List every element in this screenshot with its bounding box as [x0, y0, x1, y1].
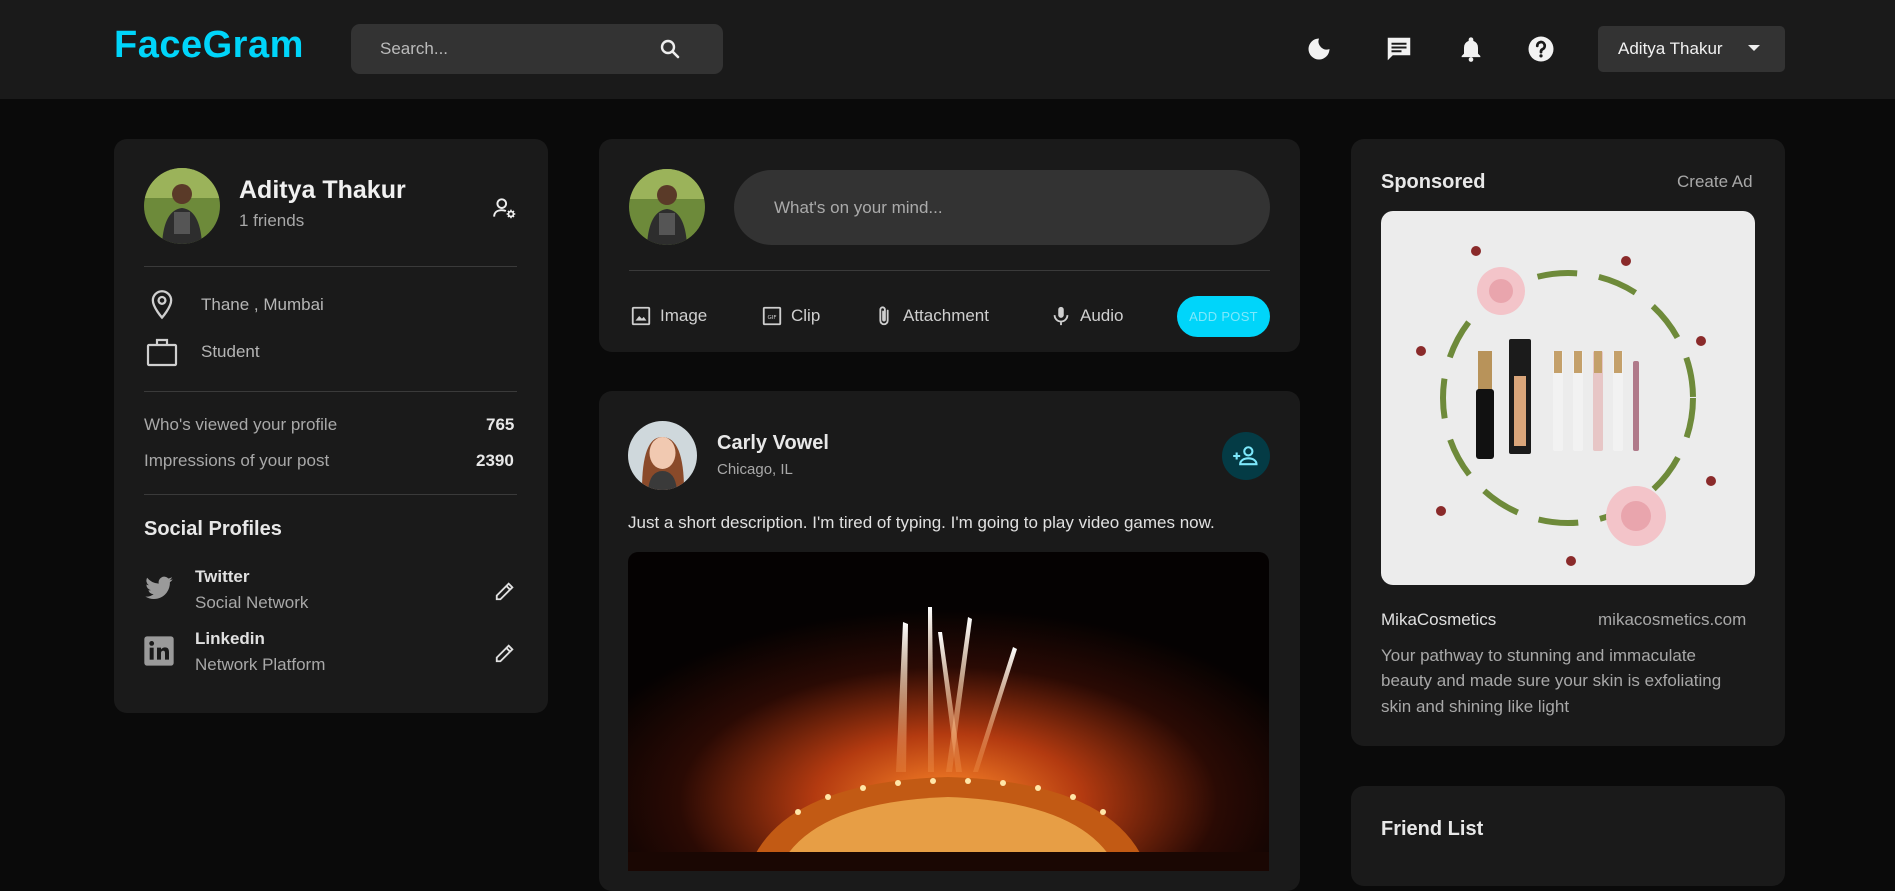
paperclip-icon: [879, 306, 889, 326]
divider: [144, 494, 517, 495]
profile-friends-count: 1 friends: [239, 211, 305, 230]
search-icon[interactable]: [658, 37, 682, 61]
linkedin-icon: [143, 635, 175, 667]
search-box: [351, 24, 723, 74]
stat-label: Who's viewed your profile: [144, 415, 338, 434]
divider: [144, 391, 517, 392]
chat-icon: [1387, 37, 1411, 61]
ad-url[interactable]: mikacosmetics.com: [1598, 610, 1746, 630]
bell-icon: [1461, 37, 1481, 62]
help-button[interactable]: [1522, 30, 1560, 68]
add-image-button[interactable]: Image: [630, 298, 707, 334]
search-input[interactable]: [351, 24, 661, 74]
pencil-icon: [495, 582, 514, 601]
help-icon: [1528, 36, 1554, 62]
briefcase-icon: [145, 336, 179, 368]
ad-text-line: Your pathway to stunning and immaculate: [1381, 646, 1697, 665]
pencil-icon: [495, 644, 514, 663]
ad-text-line: skin and shining like light: [1381, 697, 1570, 716]
action-label: Audio: [1080, 306, 1124, 325]
post-author-avatar[interactable]: [628, 421, 697, 490]
messages-button[interactable]: [1380, 30, 1418, 68]
add-friend-button[interactable]: [1222, 432, 1270, 480]
friend-list-title: Friend List: [1381, 818, 1484, 840]
ad-brand-name[interactable]: MikaCosmetics: [1381, 610, 1496, 630]
edit-twitter-button[interactable]: [491, 577, 519, 605]
action-label: Image: [660, 306, 708, 325]
profile-name[interactable]: Aditya Thakur: [239, 176, 406, 205]
post-description: Just a short description. I'm tired of t…: [628, 513, 1215, 532]
twitter-icon: [143, 573, 175, 605]
microphone-icon: [1053, 306, 1069, 326]
top-navbar: FaceGram Aditya Thakur: [0, 0, 1895, 99]
add-post-button[interactable]: ADD POST: [1177, 296, 1270, 337]
image-icon: [631, 306, 651, 326]
social-desc: Network Platform: [195, 655, 326, 674]
post-author-location: Chicago, IL: [717, 461, 793, 478]
divider: [144, 266, 517, 267]
composer-avatar: [629, 169, 705, 245]
post-text-input[interactable]: [734, 170, 1270, 245]
moon-icon: [1308, 38, 1330, 60]
social-profiles-title: Social Profiles: [144, 518, 282, 540]
edit-linkedin-button[interactable]: [491, 639, 519, 667]
ad-text-line: beauty and made sure your skin is exfoli…: [1381, 671, 1722, 690]
stat-value: 765: [486, 415, 515, 434]
add-audio-button[interactable]: Audio: [1050, 298, 1123, 334]
chevron-down-icon: [1748, 45, 1760, 51]
user-menu-label: Aditya Thakur: [1618, 39, 1723, 58]
create-ad-link[interactable]: Create Ad: [1677, 172, 1753, 192]
social-name[interactable]: Linkedin: [195, 629, 265, 649]
sponsored-title: Sponsored: [1381, 171, 1486, 193]
stat-label: Impressions of your post: [144, 451, 330, 470]
manage-account-button[interactable]: [490, 193, 520, 223]
location-icon: [146, 289, 178, 321]
svg-text:GIF: GIF: [767, 315, 776, 321]
profile-location: Thane , Mumbai: [201, 295, 324, 314]
post-image[interactable]: [628, 552, 1269, 871]
add-attachment-button[interactable]: Attachment: [873, 298, 989, 334]
notifications-button[interactable]: [1452, 30, 1490, 68]
profile-avatar[interactable]: [144, 168, 220, 244]
add-clip-button[interactable]: GIF Clip: [761, 298, 820, 334]
dark-mode-toggle[interactable]: [1300, 30, 1338, 68]
ad-image[interactable]: [1381, 211, 1755, 585]
gif-icon: GIF: [762, 306, 782, 326]
user-settings-icon: [493, 198, 516, 219]
action-label: Attachment: [903, 306, 989, 325]
social-name[interactable]: Twitter: [195, 567, 249, 587]
post-author-name[interactable]: Carly Vowel: [717, 432, 829, 455]
divider: [629, 270, 1270, 271]
stat-value: 2390: [476, 451, 514, 470]
action-label: Clip: [791, 306, 821, 325]
brand-logo[interactable]: FaceGram: [114, 24, 304, 67]
social-desc: Social Network: [195, 593, 309, 612]
person-add-icon: [1233, 446, 1258, 466]
profile-occupation: Student: [201, 342, 260, 361]
user-menu-dropdown[interactable]: Aditya Thakur: [1598, 26, 1785, 72]
